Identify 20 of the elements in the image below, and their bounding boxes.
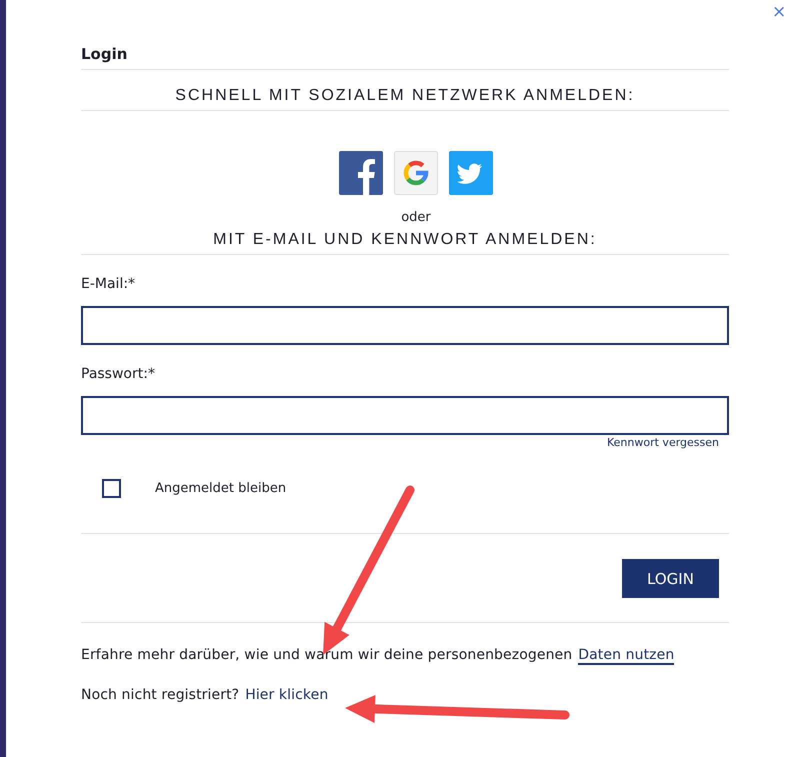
field-label: Passwort:* [81,366,156,382]
section-heading: MIT E-MAIL UND KENNWORT ANMELDEN: [212,231,598,250]
checkbox[interactable] [102,479,121,498]
checkbox-label: Angemeldet bleiben [155,481,286,496]
register-link[interactable]: Hier klicken [245,687,328,703]
field-label: E-Mail:* [81,276,136,292]
privacy-link[interactable]: Daten nutzen [578,647,674,665]
privacy-text: Erfahre mehr darüber, wie und warum wir deine personenbezogenen [81,647,572,665]
input-field[interactable] [81,396,729,435]
dialog-title: Login [81,45,128,65]
login-button[interactable]: LOGIN [622,559,719,598]
close-icon[interactable]: × [772,2,786,22]
bird-icon[interactable] [449,151,493,195]
forgot-password-link[interactable]: Kennwort vergessen [607,436,719,451]
google-icon[interactable] [394,151,438,195]
input-field[interactable] [81,306,729,345]
register-text: Noch nicht registriert? [81,687,240,703]
section-heading: SCHNELL MIT SOZIALEM NETZWERK ANMELDEN: [174,86,636,106]
facebook-icon[interactable] [339,151,383,195]
separator-text: oder [400,210,432,225]
